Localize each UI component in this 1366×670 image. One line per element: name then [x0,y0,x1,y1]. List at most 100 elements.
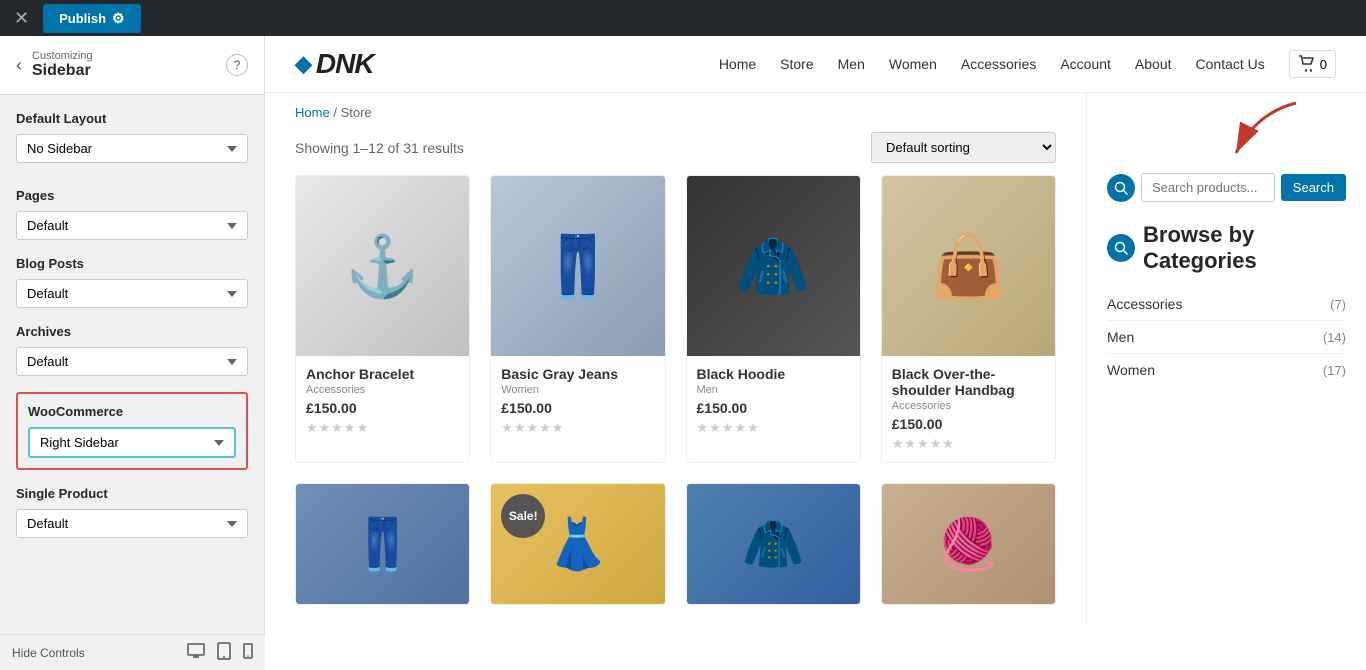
default-layout-label: Default Layout [16,111,248,126]
results-text: Showing 1–12 of 31 results [295,140,464,156]
products-area: Home / Store Showing 1–12 of 31 results … [265,93,1086,625]
customizer-body: Default Layout No Sidebar Left Sidebar R… [0,95,264,670]
nav-home[interactable]: Home [719,56,756,72]
product-icon-jeans: 👖 [541,231,616,302]
red-arrow-annotation [1196,93,1316,173]
woocommerce-label: WooCommerce [28,404,236,419]
product-image-hoodie: 🧥 [687,176,860,356]
archives-select[interactable]: Default Left Sidebar Right Sidebar [16,347,248,376]
nav-men[interactable]: Men [838,56,865,72]
product-card[interactable]: ⚓ Anchor Bracelet Accessories £150.00 ★★… [295,175,470,463]
customizer-header: ‹ Customizing Sidebar ? [0,36,264,95]
right-sidebar: Search Browse by Categories Accessories … [1086,93,1366,625]
categories-title: Browse by Categories [1107,222,1346,274]
product-image-handbag: 👜 [882,176,1055,356]
categories-icon [1107,234,1135,262]
product-grid: ⚓ Anchor Bracelet Accessories £150.00 ★★… [265,175,1086,625]
product-info-anchor: Anchor Bracelet Accessories £150.00 ★★★★… [296,356,469,446]
product-card[interactable]: 👖 [295,483,470,605]
product-info-handbag: Black Over-the-shoulder Handbag Accessor… [882,356,1055,462]
archives-label: Archives [16,324,248,339]
customizing-label: Customizing [32,50,216,62]
category-accessories[interactable]: Accessories (7) [1107,288,1346,321]
breadcrumb-separator: / [333,105,337,120]
product-category-4: Accessories [892,400,1045,412]
admin-close-button[interactable]: ✕ [10,4,33,33]
back-button[interactable]: ‹ [16,55,22,76]
publish-label: Publish [59,11,106,26]
nav-store[interactable]: Store [780,56,813,72]
product-price-1: £150.00 [306,400,459,416]
product-image-hoodie2: 🧥 [687,484,860,604]
product-info-jeans: Basic Gray Jeans Women £150.00 ★★★★★ [491,356,664,446]
sort-select[interactable]: Default sorting Sort by popularity Sort … [871,132,1056,163]
category-count-men: (14) [1323,330,1346,345]
product-price-2: £150.00 [501,400,654,416]
category-count-women: (17) [1323,363,1346,378]
woocommerce-select[interactable]: Default No Sidebar Left Sidebar Right Si… [28,427,236,458]
desktop-view-button[interactable] [187,643,205,662]
site-nav: Home Store Men Women Accessories Account… [719,50,1336,78]
product-card[interactable]: 🧶 [881,483,1056,605]
category-link-accessories[interactable]: Accessories [1107,296,1182,312]
nav-women[interactable]: Women [889,56,937,72]
cart-icon [1298,55,1316,73]
category-men[interactable]: Men (14) [1107,321,1346,354]
product-image-jeans2: 👖 [296,484,469,604]
product-category-3: Men [697,384,850,396]
single-product-label: Single Product [16,486,248,501]
product-category-2: Women [501,384,654,396]
product-stars-3: ★★★★★ [697,420,850,436]
product-name-2: Basic Gray Jeans [501,366,654,382]
product-card[interactable]: 🧥 [686,483,861,605]
publish-button[interactable]: Publish ⚙ [43,4,141,33]
product-stars-1: ★★★★★ [306,420,459,436]
arrow-container [1107,113,1346,173]
product-category-1: Accessories [306,384,459,396]
categories-title-text: Browse by Categories [1143,222,1346,274]
product-stars-4: ★★★★★ [892,436,1045,452]
tablet-view-button[interactable] [217,642,231,663]
mobile-view-button[interactable] [243,643,253,662]
breadcrumb: Home / Store [265,93,1086,132]
category-count-accessories: (7) [1330,297,1346,312]
pages-label: Pages [16,188,248,203]
categories-widget: Browse by Categories Accessories (7) Men… [1107,222,1346,386]
product-price-3: £150.00 [697,400,850,416]
breadcrumb-current: Store [341,105,372,120]
product-name-4: Black Over-the-shoulder Handbag [892,366,1045,398]
sidebar-title: Sidebar [32,62,216,80]
pages-select[interactable]: Default Left Sidebar Right Sidebar [16,211,248,240]
product-card[interactable]: 👖 Basic Gray Jeans Women £150.00 ★★★★★ [490,175,665,463]
single-product-select[interactable]: Default No Sidebar Left Sidebar Right Si… [16,509,248,538]
nav-accessories[interactable]: Accessories [961,56,1036,72]
nav-contact[interactable]: Contact Us [1196,56,1265,72]
product-card[interactable]: 👜 Black Over-the-shoulder Handbag Access… [881,175,1056,463]
product-name-3: Black Hoodie [697,366,850,382]
product-icon-hoodie2: 🧥 [742,515,804,574]
default-layout-select[interactable]: No Sidebar Left Sidebar Right Sidebar [16,134,248,163]
nav-about[interactable]: About [1135,56,1172,72]
site-header: ◆ DNK Home Store Men Women Accessories A… [265,36,1366,93]
sale-badge: Sale! [501,494,545,538]
logo-icon: ◆ [295,51,312,77]
controls-bar: Hide Controls [0,634,265,670]
cart-button[interactable]: 0 [1289,50,1336,78]
category-women[interactable]: Women (17) [1107,354,1346,386]
store-header: Showing 1–12 of 31 results Default sorti… [265,132,1086,175]
breadcrumb-home[interactable]: Home [295,105,330,120]
product-icon-knit: 🧶 [937,515,999,574]
blog-posts-select[interactable]: Default Left Sidebar Right Sidebar [16,279,248,308]
hide-controls-label[interactable]: Hide Controls [12,646,85,660]
search-input[interactable] [1141,173,1275,202]
category-link-men[interactable]: Men [1107,329,1134,345]
product-card[interactable]: Sale! 👗 [490,483,665,605]
category-link-women[interactable]: Women [1107,362,1155,378]
product-icon-skirt: 👗 [547,515,609,574]
product-stars-2: ★★★★★ [501,420,654,436]
help-button[interactable]: ? [226,54,248,76]
search-button[interactable]: Search [1281,174,1346,201]
nav-account[interactable]: Account [1060,56,1111,72]
admin-bar-left: ✕ Publish ⚙ [10,4,141,33]
product-card[interactable]: 🧥 Black Hoodie Men £150.00 ★★★★★ [686,175,861,463]
